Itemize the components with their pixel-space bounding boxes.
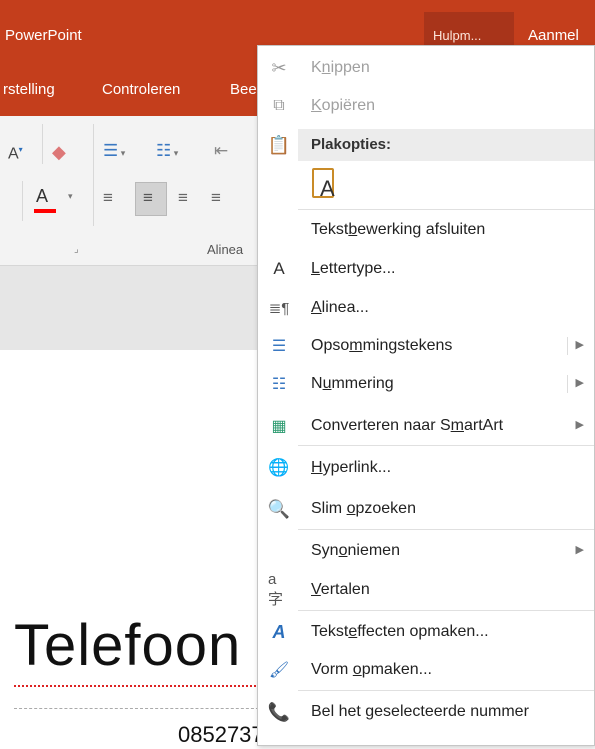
- tab-presentation[interactable]: rstelling: [3, 81, 55, 98]
- menu-item-call-number[interactable]: 📞 Bel het geselecteerde nummer: [258, 694, 594, 730]
- separator: [42, 124, 43, 164]
- dialog-launcher-icon[interactable]: ⌟: [74, 244, 79, 255]
- copy-icon: ⧉: [273, 97, 285, 114]
- menu-separator: [298, 690, 594, 691]
- numbering-icon[interactable]: ☷ ▾: [156, 141, 178, 161]
- font-size-icon[interactable]: A▾: [8, 145, 23, 163]
- menu-item-label: Opsommingstekens: [311, 337, 453, 354]
- tab-view[interactable]: Bee: [230, 81, 257, 98]
- menu-item-label: Converteren naar SmartArt: [311, 417, 504, 434]
- menu-item-label: Slim opzoeken: [311, 500, 416, 517]
- menu-item-exit-editing[interactable]: Tekstbewerking afsluiten: [258, 212, 594, 248]
- separator: [93, 124, 94, 226]
- bullets-icon: ☰: [271, 338, 287, 355]
- split-divider: [567, 337, 568, 355]
- menu-item-label: Tekstbewerking afsluiten: [311, 221, 486, 238]
- spellcheck-underline: [14, 683, 264, 687]
- justify-icon[interactable]: ≡: [211, 188, 221, 208]
- menu-item-font[interactable]: A Lettertype...: [258, 251, 594, 287]
- menu-item-smart-lookup[interactable]: 🔍 Slim opzoeken: [258, 491, 594, 527]
- menu-item-label: Vertalen: [311, 581, 370, 598]
- numbering-icon: ☷: [271, 376, 287, 393]
- app-title: PowerPoint: [5, 27, 82, 44]
- menu-item-cut[interactable]: ✂ Knippen: [258, 50, 594, 86]
- menu-item-label: Nummering: [311, 375, 394, 392]
- menu-item-label: Bel het geselecteerde nummer: [311, 703, 529, 720]
- chevron-right-icon: ▶: [575, 544, 584, 556]
- paste-text-icon-label: A: [320, 176, 335, 201]
- menu-item-synonyms[interactable]: Synoniemen ▶: [258, 533, 594, 569]
- menu-separator: [298, 209, 594, 210]
- sign-in-link[interactable]: Aanmel: [528, 27, 579, 44]
- context-menu: ✂ Knippen ⧉ Kopiëren 📋 Plakopties: A Tek…: [257, 45, 595, 746]
- menu-item-label: Alinea...: [311, 299, 369, 316]
- chevron-down-icon[interactable]: ▾: [68, 191, 73, 202]
- menu-item-translate[interactable]: a字 Vertalen: [258, 571, 594, 608]
- chevron-right-icon[interactable]: ▶: [576, 376, 584, 389]
- menu-item-format-shape[interactable]: 🖌 Vorm opmaken...: [258, 652, 594, 688]
- smart-lookup-icon: 🔍: [267, 498, 291, 519]
- menu-item-bullets[interactable]: ☰ Opsommingstekens ▶: [258, 328, 594, 364]
- menu-item-label: Hyperlink...: [311, 459, 392, 476]
- menu-item-label: Synoniemen: [311, 542, 400, 559]
- menu-item-text-effects[interactable]: A Teksteffecten opmaken...: [258, 614, 594, 650]
- font-color-icon[interactable]: A: [36, 186, 48, 207]
- menu-separator: [298, 610, 594, 611]
- menu-separator: [298, 445, 594, 446]
- menu-item-convert-smartart[interactable]: ▦ Converteren naar SmartArt ▶: [258, 408, 594, 444]
- help-button-label: Hulpm...: [433, 28, 482, 43]
- paste-options-label: Plakopties:: [311, 136, 392, 153]
- smartart-icon: ▦: [271, 418, 287, 435]
- chevron-right-icon[interactable]: ▶: [576, 338, 584, 351]
- align-center-icon: ≡: [143, 188, 153, 207]
- menu-item-label: Teksteffecten opmaken...: [311, 623, 489, 640]
- paste-keep-text-only-button[interactable]: A: [310, 166, 344, 204]
- split-divider: [567, 375, 568, 393]
- menu-item-label: Knippen: [311, 59, 370, 76]
- bullets-icon[interactable]: ☰ ▾: [103, 141, 125, 161]
- translate-icon: a字: [268, 571, 284, 608]
- text-box-border: [14, 708, 264, 709]
- menu-item-label: Vorm opmaken...: [311, 661, 432, 678]
- paste-options-header: Plakopties:: [298, 129, 594, 161]
- menu-item-hyperlink[interactable]: 🌐 Hyperlink...: [258, 450, 594, 486]
- slide-heading[interactable]: Telefoon: [14, 612, 241, 679]
- font-icon: A: [273, 259, 285, 278]
- format-shape-icon: 🖌: [268, 662, 290, 679]
- phone-icon: 📞: [267, 701, 291, 722]
- menu-item-label: Lettertype...: [311, 260, 396, 277]
- align-left-icon[interactable]: ≡: [103, 188, 113, 208]
- menu-item-label: Kopiëren: [311, 97, 376, 114]
- tab-review[interactable]: Controleren: [102, 81, 180, 98]
- menu-separator: [298, 529, 594, 530]
- scissors-icon: ✂: [271, 57, 287, 78]
- clear-formatting-icon[interactable]: ◆: [52, 142, 66, 163]
- align-right-icon[interactable]: ≡: [178, 188, 188, 208]
- chevron-right-icon: ▶: [575, 419, 584, 431]
- paragraph-icon: ≣¶: [268, 300, 290, 317]
- ribbon-group-label: Alinea: [207, 242, 244, 257]
- menu-item-numbering[interactable]: ☷ Nummering ▶: [258, 366, 594, 402]
- menu-item-copy[interactable]: ⧉ Kopiëren: [258, 88, 594, 124]
- separator: [22, 181, 23, 221]
- text-effects-icon: A: [272, 621, 286, 642]
- powerpoint-window: PowerPoint Hulpm... Aanmel rstelling Con…: [0, 0, 595, 749]
- decrease-indent-icon[interactable]: ⇤: [214, 141, 228, 161]
- clipboard-icon: 📋: [267, 134, 291, 155]
- font-color-bar: [34, 209, 56, 213]
- hyperlink-icon: 🌐: [268, 458, 290, 477]
- menu-item-paragraph[interactable]: ≣¶ Alinea...: [258, 290, 594, 326]
